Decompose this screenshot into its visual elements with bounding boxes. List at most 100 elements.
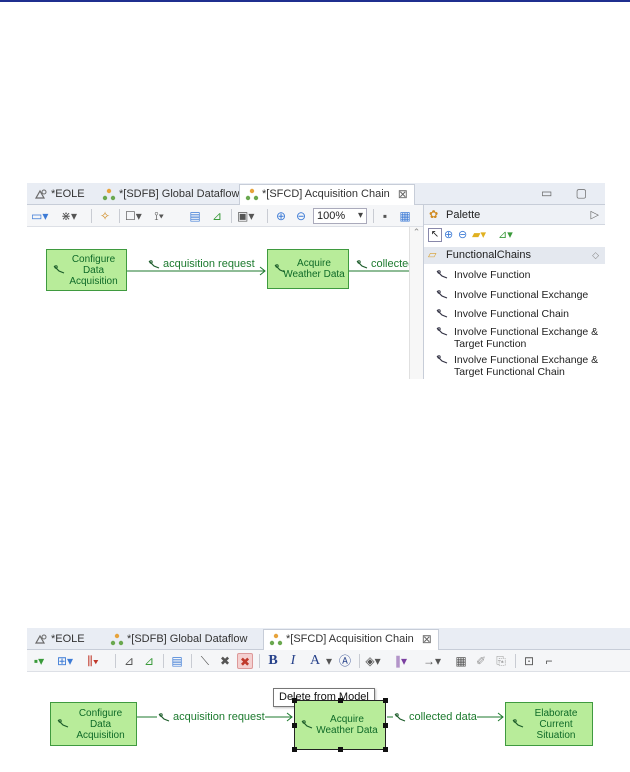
tab-acquisition-chain[interactable]: *[SFCD] Acquisition Chain ⊠ bbox=[239, 184, 415, 206]
italic-button[interactable]: I bbox=[285, 653, 301, 669]
zoom-value: 100% bbox=[317, 210, 346, 222]
delete-from-diagram-icon[interactable]: ✖ bbox=[217, 653, 233, 669]
line-color-icon[interactable]: ∥▾ bbox=[393, 653, 409, 669]
function-configure-data-acquisition[interactable]: Configure Data Acquisition bbox=[50, 702, 137, 746]
arrange-selection-icon[interactable]: ⊞▾ bbox=[57, 653, 73, 669]
function-configure-data-acquisition[interactable]: Configure Data Acquisition bbox=[46, 249, 127, 291]
tab-label: *[SDFB] Global Dataflow bbox=[119, 188, 240, 200]
new-note-icon[interactable]: ⊿ bbox=[121, 653, 137, 669]
tab-label: *[SFCD] Acquisition Chain bbox=[262, 188, 390, 200]
toolbar-separator bbox=[191, 654, 192, 668]
refresh-icon[interactable]: ▤ bbox=[169, 653, 185, 669]
resize-handle[interactable] bbox=[383, 698, 388, 703]
toolbar-separator bbox=[515, 654, 516, 668]
functional-chain-diagram-icon bbox=[269, 633, 283, 646]
palette-item-involve-exchange-target-function[interactable]: Involve Functional Exchange & Target Fun… bbox=[436, 326, 601, 350]
chevron-down-icon[interactable]: ▾ bbox=[358, 209, 363, 223]
exchange-label-text: acquisition request bbox=[173, 711, 265, 723]
involve-icon bbox=[436, 327, 448, 336]
note-tool-icon[interactable]: ▰▾ bbox=[472, 228, 486, 241]
export-image-icon[interactable]: ▪ bbox=[377, 208, 393, 224]
zoom-level-field[interactable]: 100% ▾ bbox=[313, 208, 367, 224]
exchange-label-text: collected bbox=[371, 258, 415, 270]
zoom-in-icon[interactable]: ⊕ bbox=[273, 208, 289, 224]
font-dialog-icon[interactable]: Ⓐ bbox=[337, 653, 353, 669]
chevron-down-icon[interactable]: ▾ bbox=[321, 653, 337, 669]
tab-eole[interactable]: *EOLE bbox=[29, 630, 85, 649]
exchange-label-acquisition-request[interactable]: acquisition request bbox=[147, 258, 255, 270]
drawer-label: FunctionalChains bbox=[446, 249, 531, 261]
involve-icon bbox=[436, 355, 448, 364]
resize-handle[interactable] bbox=[338, 747, 343, 752]
vertical-scrollbar[interactable]: ⌃ bbox=[409, 227, 423, 379]
size-icon[interactable]: ⊡ bbox=[521, 653, 537, 669]
function-acquire-weather-data[interactable]: Acquire Weather Data bbox=[267, 249, 349, 289]
diagram-canvas[interactable]: Configure Data Acquisition Acquire Weath… bbox=[27, 227, 415, 379]
resize-handle[interactable] bbox=[292, 698, 297, 703]
collapse-palette-icon[interactable]: ▷ bbox=[591, 205, 599, 225]
align-icon[interactable]: ⫼▾ bbox=[85, 653, 101, 669]
palette-header[interactable]: ✿ Palette ▷ bbox=[424, 205, 605, 225]
palette-item-involve-exchange-target-chain[interactable]: Involve Functional Exchange & Target Fun… bbox=[436, 354, 601, 378]
tab-eole[interactable]: *EOLE bbox=[29, 185, 85, 204]
select-tool-icon[interactable]: ↖ bbox=[428, 228, 442, 242]
palette-item-involve-functional-exchange[interactable]: Involve Functional Exchange bbox=[436, 289, 601, 301]
drawer-pin-icon[interactable]: ◇ bbox=[592, 247, 599, 264]
editor-tab-bar: *EOLE *[SDFB] Global Dataflow *[SFCD] Ac… bbox=[27, 628, 630, 651]
node-label: Elaborate Current Situation bbox=[534, 707, 578, 741]
minimize-maximize-buttons[interactable]: ▭ ▢ bbox=[541, 186, 597, 200]
line-style-icon[interactable]: →▾ bbox=[423, 653, 441, 669]
tab-label: *[SDFB] Global Dataflow bbox=[127, 633, 248, 645]
scroll-up-icon[interactable]: ⌃ bbox=[410, 227, 423, 238]
new-element-icon[interactable]: ⊿ bbox=[209, 208, 225, 224]
connector-tool-icon[interactable]: ⊿▾ bbox=[498, 228, 513, 241]
toolbar-separator bbox=[259, 654, 260, 668]
arrange-all-icon[interactable]: ▭▾ bbox=[31, 208, 48, 224]
fill-color-icon[interactable]: ◈▾ bbox=[365, 653, 381, 669]
zoom-out-tool-icon[interactable]: ⊖ bbox=[458, 228, 467, 241]
involve-icon[interactable]: ⟍ bbox=[197, 653, 213, 669]
resize-handle[interactable] bbox=[292, 723, 297, 728]
diagram-canvas[interactable]: Configure Data Acquisition Acquire Weath… bbox=[27, 672, 630, 762]
copy-format-icon[interactable]: ✐ bbox=[473, 653, 489, 669]
properties-icon[interactable]: ▦ bbox=[453, 653, 469, 669]
resize-handle[interactable] bbox=[383, 747, 388, 752]
bold-button[interactable]: B bbox=[265, 653, 281, 669]
toolbar-separator bbox=[119, 209, 120, 223]
palette-item-involve-functional-chain[interactable]: Involve Functional Chain bbox=[436, 308, 601, 320]
pin-icon[interactable]: ✧ bbox=[97, 208, 113, 224]
resize-handle[interactable] bbox=[292, 747, 297, 752]
tab-label: *EOLE bbox=[51, 188, 85, 200]
arrange-all-icon[interactable]: ▪▾ bbox=[31, 653, 47, 669]
zoom-out-icon[interactable]: ⊖ bbox=[293, 208, 309, 224]
select-all-icon[interactable]: ⋇▾ bbox=[61, 208, 77, 224]
resize-handle[interactable] bbox=[383, 723, 388, 728]
paste-format-icon[interactable]: ▣▾ bbox=[237, 208, 254, 224]
tab-acquisition-chain[interactable]: *[SFCD] Acquisition Chain ⊠ bbox=[263, 629, 439, 651]
exchange-label-collected-data[interactable]: collected data bbox=[393, 711, 477, 723]
close-tab-icon[interactable]: ⊠ bbox=[422, 630, 432, 649]
new-element-icon[interactable]: ⊿ bbox=[141, 653, 157, 669]
filters-icon[interactable]: ☐▾ bbox=[125, 208, 142, 224]
function-icon bbox=[53, 265, 65, 274]
tab-global-dataflow[interactable]: *[SDFB] Global Dataflow bbox=[97, 185, 239, 204]
layers-icon[interactable]: ⟟▾ bbox=[151, 208, 167, 224]
palette-item-involve-function[interactable]: Involve Function bbox=[436, 269, 601, 281]
refresh-icon[interactable]: ▤ bbox=[187, 208, 203, 224]
exchange-label-acquisition-request[interactable]: acquisition request bbox=[157, 711, 265, 723]
exchange-label-collected[interactable]: collected bbox=[355, 258, 415, 270]
zoom-in-tool-icon[interactable]: ⊕ bbox=[444, 228, 453, 241]
diagram-properties-icon[interactable]: ▦ bbox=[397, 208, 413, 224]
paste-format-icon[interactable]: ⎘ bbox=[493, 653, 509, 669]
toolbar-separator bbox=[91, 209, 92, 223]
delete-from-model-icon[interactable]: ✖ bbox=[237, 653, 253, 669]
close-tab-icon[interactable]: ⊠ bbox=[398, 185, 408, 204]
function-acquire-weather-data[interactable]: Acquire Weather Data bbox=[292, 698, 388, 752]
tab-global-dataflow[interactable]: *[SDFB] Global Dataflow bbox=[105, 630, 247, 649]
palette-item-label: Involve Functional Exchange & Target Fun… bbox=[454, 326, 599, 350]
auto-size-icon[interactable]: ⌐ bbox=[541, 653, 557, 669]
palette-drawer-functionalchains[interactable]: ▱ FunctionalChains ◇ bbox=[424, 247, 605, 264]
function-elaborate-current-situation[interactable]: Elaborate Current Situation bbox=[505, 702, 593, 746]
exchange-label-text: collected data bbox=[409, 711, 477, 723]
resize-handle[interactable] bbox=[338, 698, 343, 703]
